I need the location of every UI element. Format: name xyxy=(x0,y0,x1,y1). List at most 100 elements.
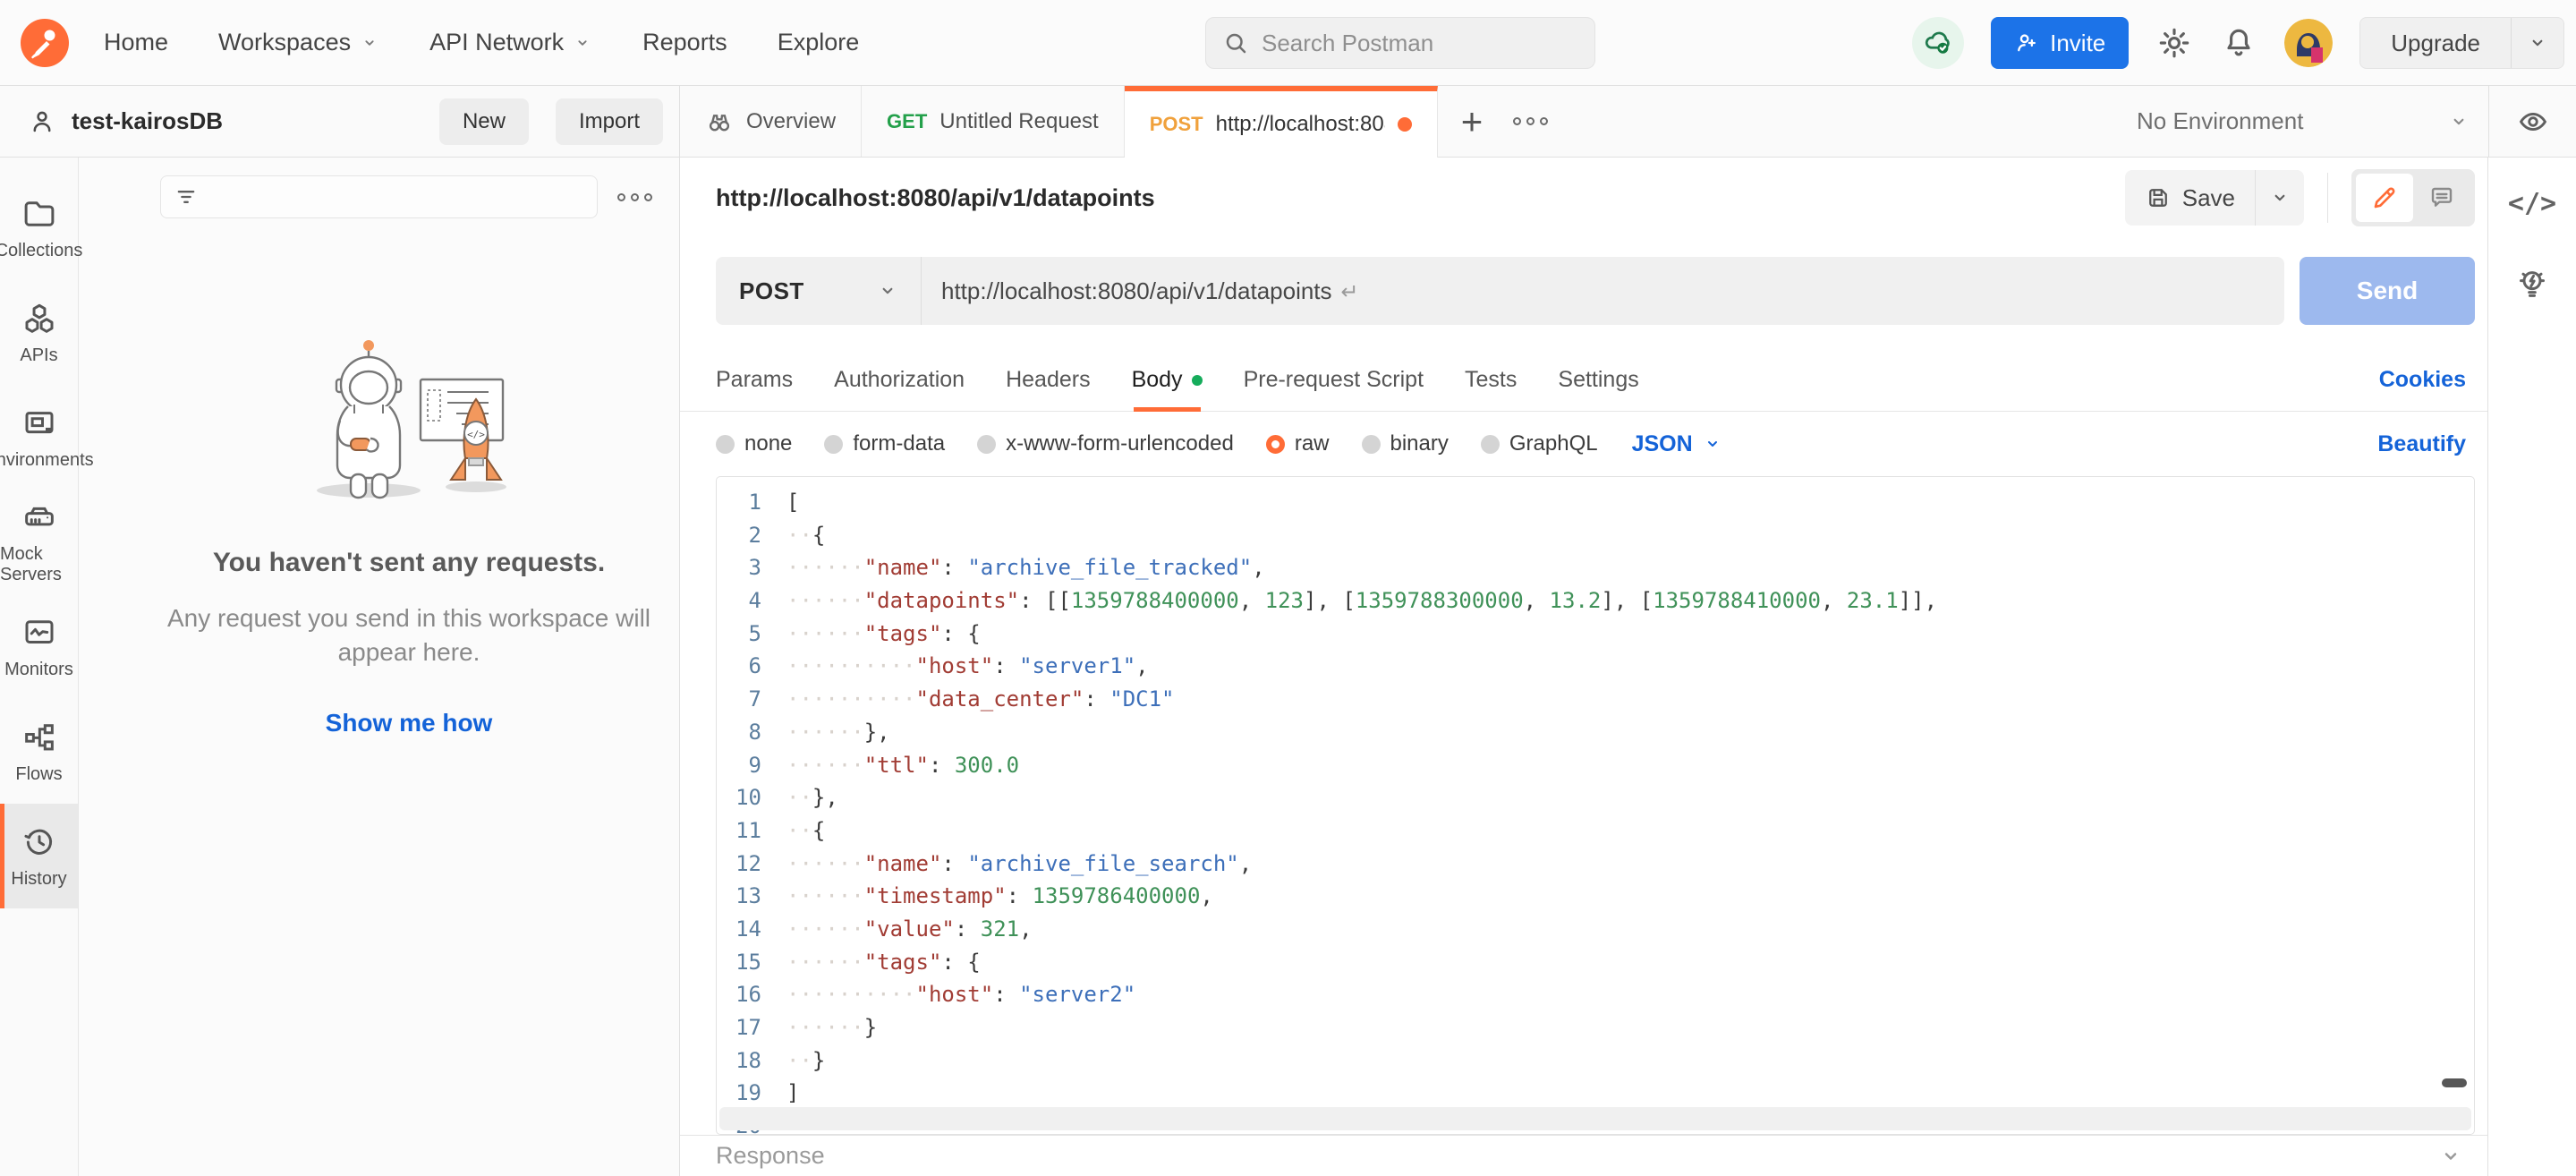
code-line[interactable]: 14······"value": 321, xyxy=(717,913,2474,946)
chevron-down-icon xyxy=(2447,110,2470,133)
nav-home[interactable]: Home xyxy=(104,29,168,56)
nav-explore[interactable]: Explore xyxy=(778,29,860,56)
horizontal-scrollbar[interactable] xyxy=(719,1107,2471,1130)
code-area[interactable]: 1[2··{3······"name": "archive_file_track… xyxy=(717,477,2474,1134)
language-selector[interactable]: JSON xyxy=(1632,431,1723,457)
notifications-button[interactable] xyxy=(2220,24,2257,62)
method-selector[interactable]: POST xyxy=(716,257,922,325)
code-line[interactable]: 15······"tags": { xyxy=(717,946,2474,979)
workspace-name[interactable]: test-kairosDB xyxy=(72,107,425,135)
body-type-graphql[interactable]: GraphQL xyxy=(1481,431,1598,456)
tab-request-post-http-localhost-8080-[interactable]: POSThttp://localhost:8080/ xyxy=(1125,86,1438,158)
code-line[interactable]: 17······} xyxy=(717,1011,2474,1044)
environment-selector[interactable]: No Environment xyxy=(2092,107,2488,135)
history-more-button[interactable] xyxy=(612,188,658,207)
show-me-how-link[interactable]: Show me how xyxy=(160,709,658,737)
save-group: Save xyxy=(2125,170,2304,226)
empty-state-title: You haven't sent any requests. xyxy=(160,548,658,578)
sidebar-item-label: Collections xyxy=(0,241,82,261)
code-line[interactable]: 11··{ xyxy=(717,814,2474,848)
code-snippet-button[interactable]: </> xyxy=(2508,188,2556,219)
filter-input[interactable] xyxy=(208,184,584,209)
code-line[interactable]: 1[ xyxy=(717,486,2474,519)
code-line[interactable]: 9······"ttl": 300.0 xyxy=(717,749,2474,782)
new-tab-button[interactable]: + xyxy=(1461,103,1484,141)
sync-status-icon[interactable] xyxy=(1912,17,1964,69)
sidebar-item-environments[interactable]: Environments xyxy=(0,385,78,490)
nav-reports[interactable]: Reports xyxy=(642,29,727,56)
code-line[interactable]: 7··········"data_center": "DC1" xyxy=(717,683,2474,716)
tab-options-button[interactable] xyxy=(1513,117,1548,125)
body-type-form-data[interactable]: form-data xyxy=(824,431,945,456)
code-line[interactable]: 16··········"host": "server2" xyxy=(717,978,2474,1011)
gear-icon xyxy=(2155,24,2193,62)
send-button[interactable]: Send xyxy=(2300,257,2475,325)
code-line[interactable]: 8······}, xyxy=(717,716,2474,749)
mock-servers-icon xyxy=(21,499,58,536)
personal-workspace-icon xyxy=(27,107,57,137)
request-tab-settings[interactable]: Settings xyxy=(1558,349,1638,411)
tab-title: Untitled Request xyxy=(939,109,1098,134)
sidebar-item-monitors[interactable]: Monitors xyxy=(0,594,78,699)
right-rail: </> xyxy=(2487,158,2576,1176)
tab-request-get-untitled-request[interactable]: GETUntitled Request xyxy=(862,86,1125,157)
body-type-none[interactable]: none xyxy=(716,431,792,456)
edit-mode-button[interactable] xyxy=(2356,174,2413,222)
code-line[interactable]: 4······"datapoints": [[1359788400000, 12… xyxy=(717,584,2474,618)
sidebar-item-collections[interactable]: Collections xyxy=(0,175,78,280)
code-line[interactable]: 6··········"host": "server1", xyxy=(717,650,2474,683)
sidebar-item-history[interactable]: History xyxy=(0,804,78,908)
request-tab-pre-request-script[interactable]: Pre-request Script xyxy=(1244,349,1424,411)
response-expand-button[interactable] xyxy=(2437,1143,2464,1170)
new-button[interactable]: New xyxy=(439,98,529,145)
nav-api-network[interactable]: API Network xyxy=(429,29,592,56)
sidebar-item-mock-servers[interactable]: Mock Servers xyxy=(0,490,78,594)
body-editor[interactable]: 1[2··{3······"name": "archive_file_track… xyxy=(716,476,2475,1135)
lightbulb-icon[interactable] xyxy=(2514,266,2550,302)
environment-quick-look[interactable] xyxy=(2488,86,2576,157)
beautify-link[interactable]: Beautify xyxy=(2377,431,2466,457)
request-tab-authorization[interactable]: Authorization xyxy=(834,349,965,411)
code-line[interactable]: 10··}, xyxy=(717,781,2474,814)
upgrade-button[interactable]: Upgrade xyxy=(2359,17,2564,69)
sidebar-item-flows[interactable]: Flows xyxy=(0,699,78,804)
request-tab-tests[interactable]: Tests xyxy=(1465,349,1517,411)
save-options-button[interactable] xyxy=(2255,170,2304,226)
code-line[interactable]: 5······"tags": { xyxy=(717,618,2474,651)
request-tab-headers[interactable]: Headers xyxy=(1006,349,1091,411)
code-line[interactable]: 2··{ xyxy=(717,519,2474,552)
line-number: 14 xyxy=(717,913,761,946)
code-line[interactable]: 3······"name": "archive_file_tracked", xyxy=(717,551,2474,584)
url-input[interactable]: http://localhost:8080/api/v1/datapoints↵ xyxy=(922,277,2284,305)
postman-logo[interactable] xyxy=(20,18,70,68)
scrollbar-thumb[interactable] xyxy=(2442,1078,2467,1087)
request-tab-label: Settings xyxy=(1558,367,1638,393)
upgrade-chevron[interactable] xyxy=(2511,18,2563,68)
line-number: 1 xyxy=(717,486,761,519)
code-line[interactable]: 12······"name": "archive_file_search", xyxy=(717,848,2474,881)
import-button[interactable]: Import xyxy=(556,98,663,145)
body-type-x-www-form-urlencoded[interactable]: x-www-form-urlencoded xyxy=(977,431,1234,456)
search-input[interactable] xyxy=(1262,30,1578,57)
code-line[interactable]: 19] xyxy=(717,1077,2474,1110)
body-type-raw[interactable]: raw xyxy=(1266,431,1330,456)
line-number: 12 xyxy=(717,848,761,881)
settings-button[interactable] xyxy=(2155,24,2193,62)
body-type-label: binary xyxy=(1390,431,1449,456)
avatar[interactable] xyxy=(2284,19,2333,67)
request-tab-params[interactable]: Params xyxy=(716,349,793,411)
global-search[interactable] xyxy=(1205,17,1595,69)
nav-workspaces[interactable]: Workspaces xyxy=(218,29,379,56)
body-type-binary[interactable]: binary xyxy=(1362,431,1449,456)
invite-button[interactable]: Invite xyxy=(1991,17,2129,69)
code-line[interactable]: 13······"timestamp": 1359786400000, xyxy=(717,880,2474,913)
url-builder: POST http://localhost:8080/api/v1/datapo… xyxy=(680,238,2487,349)
history-filter[interactable] xyxy=(160,175,598,218)
save-button[interactable]: Save xyxy=(2125,170,2255,226)
sidebar-item-apis[interactable]: APIs xyxy=(0,280,78,385)
code-line[interactable]: 18··} xyxy=(717,1044,2474,1078)
comments-button[interactable] xyxy=(2413,174,2470,222)
tab-overview[interactable]: Overview xyxy=(680,86,862,157)
request-tab-body[interactable]: Body xyxy=(1132,349,1203,411)
cookies-link[interactable]: Cookies xyxy=(2379,367,2466,393)
